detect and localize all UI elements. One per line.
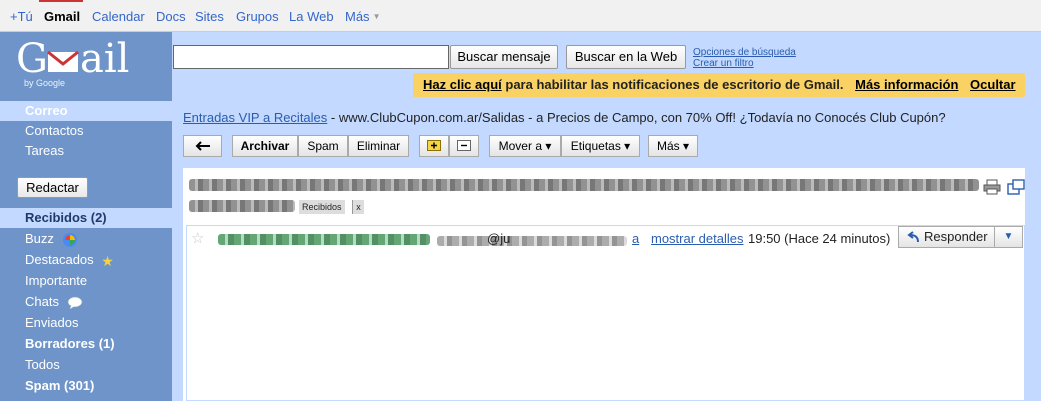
- print-icon[interactable]: [983, 179, 1001, 195]
- gbar-item-mas[interactable]: Más ▼: [345, 9, 380, 24]
- more-info-link[interactable]: Más información: [855, 77, 958, 92]
- logo-byline: by Google: [24, 78, 66, 88]
- reply-arrow-icon: [907, 231, 919, 243]
- nav-tareas[interactable]: Tareas: [0, 141, 172, 161]
- gmail-logo-icon: G ail: [16, 36, 129, 82]
- redacted-subject-line-2: [189, 199, 295, 212]
- archive-button[interactable]: Archivar: [232, 135, 298, 157]
- folder-recibidos[interactable]: Recibidos (2): [0, 208, 172, 228]
- gbar-item-sites[interactable]: Sites: [195, 9, 224, 24]
- svg-text:ail: ail: [80, 36, 129, 80]
- subject-line-2: [189, 197, 295, 212]
- compose-button[interactable]: Redactar: [17, 177, 88, 198]
- chat-bubble-icon: [67, 296, 82, 309]
- google-bar: +Tú Gmail Calendar Docs Sites Grupos La …: [0, 0, 1041, 32]
- web-clip-text: - www.ClubCupon.com.ar/Salidas - a Preci…: [330, 110, 946, 125]
- search-web-button[interactable]: Buscar en la Web: [566, 45, 686, 69]
- recipient-at: @ju: [487, 231, 511, 246]
- chevron-down-icon: ▼: [372, 12, 381, 21]
- message-card: [186, 225, 1025, 401]
- web-clip-link[interactable]: Entradas VIP a Recitales: [183, 110, 327, 125]
- back-arrow-icon: [195, 141, 210, 151]
- folder-destacados[interactable]: Destacados ★: [0, 250, 172, 270]
- reply-options-dropdown[interactable]: ▼: [995, 226, 1023, 248]
- reply-label: Responder: [924, 229, 988, 244]
- gbar-item-gmail[interactable]: Gmail: [44, 9, 80, 24]
- desktop-notification-bar: Haz clic aquí para habilitar las notific…: [413, 73, 1025, 97]
- remove-label-button[interactable]: x: [352, 200, 364, 214]
- star-icon: ★: [101, 252, 114, 269]
- message-subject: [189, 176, 979, 193]
- chevron-down-icon: ▼: [1003, 231, 1014, 242]
- search-options-link[interactable]: Opciones de búsqueda: [693, 47, 796, 58]
- nav-contactos[interactable]: Contactos: [0, 121, 172, 141]
- labels-button[interactable]: Etiquetas ▾: [561, 135, 640, 157]
- star-icon[interactable]: ☆: [191, 229, 204, 247]
- folder-importante[interactable]: Importante: [0, 271, 172, 291]
- gbar-mas-label: Más: [345, 9, 370, 24]
- redacted-recipient: [437, 236, 627, 246]
- gbar-item-grupos[interactable]: Grupos: [236, 9, 279, 24]
- message-timestamp: 19:50 (Hace 24 minutos): [748, 231, 891, 246]
- reply-button[interactable]: Responder: [898, 226, 995, 248]
- inbox-label-chip[interactable]: Recibidos: [299, 200, 345, 214]
- buzz-icon: [62, 232, 77, 247]
- hide-notification-link[interactable]: Ocultar: [970, 77, 1016, 92]
- delete-button[interactable]: Eliminar: [348, 135, 409, 157]
- remove-important-icon: [457, 140, 471, 151]
- gbar-item-la-web[interactable]: La Web: [289, 9, 334, 24]
- gbar-item-docs[interactable]: Docs: [156, 9, 186, 24]
- folder-chats-label: Chats: [25, 294, 59, 309]
- folder-enviados[interactable]: Enviados: [0, 313, 172, 333]
- folder-destacados-label: Destacados: [25, 252, 94, 267]
- folder-todos[interactable]: Todos: [0, 355, 172, 375]
- enable-notifications-link[interactable]: Haz clic aquí: [423, 77, 502, 92]
- gbar-item-calendar[interactable]: Calendar: [92, 9, 145, 24]
- gmail-logo[interactable]: G ail by Google: [16, 36, 146, 92]
- show-details-link[interactable]: mostrar detalles: [651, 231, 743, 246]
- folder-borradores[interactable]: Borradores (1): [0, 334, 172, 354]
- redacted-sender: [218, 234, 430, 246]
- folder-chats[interactable]: Chats: [0, 292, 172, 312]
- notification-text: para habilitar las notificaciones de esc…: [505, 77, 844, 92]
- nav-correo[interactable]: Correo: [0, 101, 172, 121]
- mark-important-button[interactable]: [419, 135, 449, 157]
- create-filter-link[interactable]: Crear un filtro: [693, 58, 796, 69]
- right-gutter: [1025, 101, 1041, 401]
- add-important-icon: [427, 140, 441, 151]
- folder-buzz[interactable]: Buzz: [0, 229, 172, 249]
- search-links: Opciones de búsqueda Crear un filtro: [693, 47, 796, 69]
- new-window-icon[interactable]: [1007, 179, 1025, 195]
- mark-not-important-button[interactable]: [449, 135, 479, 157]
- folder-spam[interactable]: Spam (301): [0, 376, 172, 396]
- search-mail-button[interactable]: Buscar mensaje: [450, 45, 558, 69]
- back-button[interactable]: [183, 135, 222, 157]
- gbar-active-indicator: [39, 0, 83, 2]
- svg-text:G: G: [16, 36, 48, 80]
- spam-button[interactable]: Spam: [298, 135, 348, 157]
- sender-name[interactable]: [218, 232, 430, 246]
- gbar-item-plus-tu[interactable]: +Tú: [10, 9, 33, 24]
- folder-buzz-label: Buzz: [25, 231, 54, 246]
- recipient-link[interactable]: a: [632, 231, 639, 246]
- search-input[interactable]: [173, 45, 449, 69]
- move-to-button[interactable]: Mover a ▾: [489, 135, 561, 157]
- redacted-subject-line-1: [189, 179, 979, 192]
- web-clip: Entradas VIP a Recitales - www.ClubCupon…: [183, 110, 946, 125]
- more-actions-button[interactable]: Más ▾: [648, 135, 698, 157]
